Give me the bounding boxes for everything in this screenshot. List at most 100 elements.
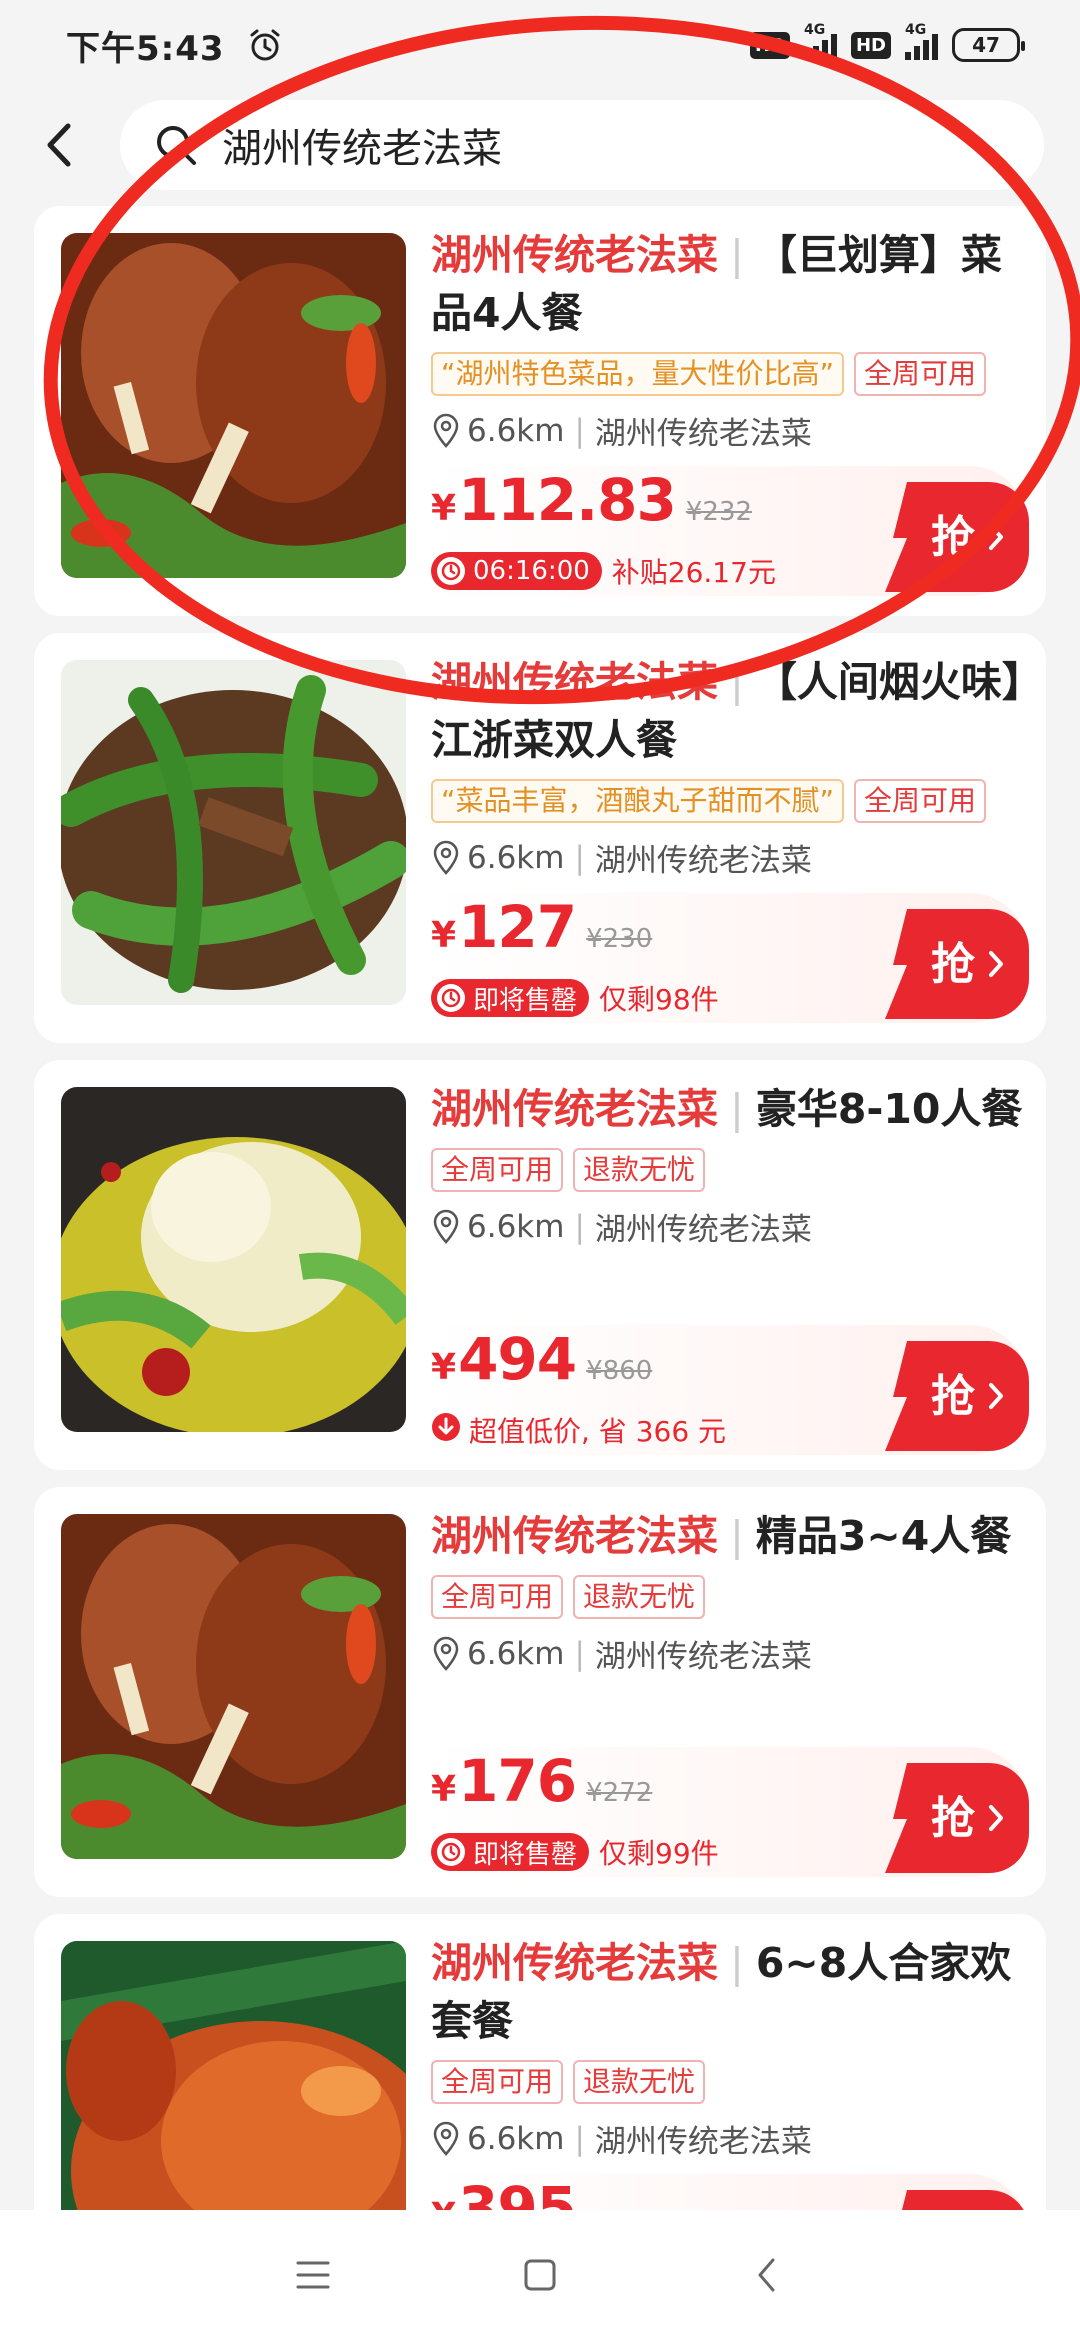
distance: 6.6km <box>467 1635 565 1672</box>
currency-symbol: ¥ <box>431 488 457 529</box>
promo-text: 仅剩99件 <box>599 1837 719 1870</box>
currency-symbol: ¥ <box>431 915 457 956</box>
dish-name: 精品3~4人餐 <box>755 1512 1012 1560</box>
location-name: 湖州传统老法菜 <box>594 1639 812 1675</box>
deal-info: 湖州传统老法菜 | 精品3~4人餐全周可用 退款无忧 6.6km | 湖州传统老法菜 <box>431 1507 1031 1676</box>
deal-title[interactable]: 湖州传统老法菜 | 【人间烟火味】江浙菜双人餐 <box>431 653 1031 769</box>
location-pin-icon <box>433 1209 459 1244</box>
food-photo[interactable] <box>61 233 406 578</box>
original-price: ¥272 <box>586 1778 653 1808</box>
deal-title[interactable]: 湖州传统老法菜 | 6~8人合家欢套餐 <box>431 1934 1031 2050</box>
price-area: ¥127 ¥230 即将售罄 仅剩98件 抢 <box>431 893 1029 1023</box>
location-separator: | <box>574 2120 585 2157</box>
grab-deal-button[interactable]: 抢 <box>879 478 1029 596</box>
promo-pill-label: 即将售罄 <box>473 985 578 1016</box>
deal-card[interactable]: 湖州传统老法菜 | 豪华8-10人餐 全周可用 退款无忧 6.6km | 湖州传统老法菜 ¥49… <box>34 1060 1046 1470</box>
title-separator: | <box>730 231 744 279</box>
title-separator: | <box>730 1512 744 1560</box>
deal-title[interactable]: 湖州传统老法菜 | 豪华8-10人餐 <box>431 1080 1031 1138</box>
signal-icon-2: 4G <box>905 22 938 60</box>
title-separator: | <box>730 1085 744 1133</box>
clock-icon <box>437 1838 465 1866</box>
deal-tag: “湖州特色菜品，量大性价比高” <box>431 352 845 396</box>
location-name: 湖州传统老法菜 <box>594 843 812 879</box>
status-time: 下午5:43 <box>66 28 225 69</box>
location-pin-icon <box>433 2121 459 2156</box>
currency-symbol: ¥ <box>431 1769 457 1810</box>
nav-back-button[interactable] <box>737 2245 797 2305</box>
food-photo[interactable] <box>61 1087 406 1432</box>
search-header: 湖州传统老法菜 <box>0 90 1080 200</box>
deal-title[interactable]: 湖州传统老法菜 | 【巨划算】菜品4人餐 <box>431 226 1031 342</box>
original-price: ¥230 <box>586 924 653 954</box>
location-name: 湖州传统老法菜 <box>594 1212 812 1248</box>
tag-row: 全周可用 退款无忧 <box>431 1575 1031 1619</box>
deal-price: 176 <box>458 1747 577 1815</box>
grab-button-label: 抢 <box>931 1371 976 1422</box>
deal-price: 112.83 <box>458 466 677 534</box>
dish-name: 豪华8-10人餐 <box>755 1085 1023 1133</box>
menu-icon <box>296 2261 330 2289</box>
promo-pill-label: 06:16:00 <box>473 556 590 586</box>
location-row: 6.6km | 湖州传统老法菜 <box>431 835 1031 880</box>
deal-info: 湖州传统老法菜 | 6~8人合家欢套餐全周可用 退款无忧 6.6km | 湖州传统老法菜 <box>431 1934 1031 2161</box>
grab-deal-button[interactable]: 抢 <box>879 905 1029 1023</box>
deal-title[interactable]: 湖州传统老法菜 | 精品3~4人餐 <box>431 1507 1031 1565</box>
promo-row: 超值低价, 省 366 元 <box>431 1410 726 1450</box>
location-separator: | <box>574 839 585 876</box>
shop-name: 湖州传统老法菜 <box>431 231 718 279</box>
app-root: 下午5:43 HD 4G HD 4G 47 湖州传统老法菜 湖州传统老法菜 | … <box>0 0 1080 2340</box>
network-type-label: 4G <box>803 22 826 38</box>
original-price: ¥232 <box>685 497 753 527</box>
food-photo[interactable] <box>61 660 406 1005</box>
grab-deal-button[interactable]: 抢 <box>879 1759 1029 1877</box>
location-row: 6.6km | 湖州传统老法菜 <box>431 2116 1031 2161</box>
grab-button-label: 抢 <box>931 939 976 990</box>
title-separator: | <box>730 658 744 706</box>
location-name: 湖州传统老法菜 <box>594 416 812 452</box>
deal-info: 湖州传统老法菜 | 【巨划算】菜品4人餐 “湖州特色菜品，量大性价比高” 全周可用 6.6… <box>431 226 1031 453</box>
price-area: ¥176 ¥272 即将售罄 仅剩99件 抢 <box>431 1747 1029 1877</box>
clock-icon <box>437 984 465 1012</box>
title-separator: | <box>730 1939 744 1987</box>
deal-tag: 退款无忧 <box>573 2060 706 2104</box>
deal-tag: 全周可用 <box>431 2060 564 2104</box>
price-row: ¥127 ¥230 <box>431 893 652 961</box>
location-pin-icon <box>433 1636 459 1671</box>
shop-name: 湖州传统老法菜 <box>431 1939 718 1987</box>
original-price: ¥860 <box>586 1356 653 1386</box>
battery-icon: 47 <box>952 28 1025 62</box>
location-row: 6.6km | 湖州传统老法菜 <box>431 408 1031 453</box>
grab-deal-button[interactable]: 抢 <box>879 1337 1029 1455</box>
alarm-clock-icon <box>250 29 280 61</box>
system-nav-bar <box>0 2210 1080 2340</box>
tag-row: “菜品丰富，酒酿丸子甜而不腻” 全周可用 <box>431 779 1031 823</box>
deal-card[interactable]: 湖州传统老法菜 | 【巨划算】菜品4人餐 “湖州特色菜品，量大性价比高” 全周可用 6.6… <box>34 206 1046 616</box>
network-type-label-2: 4G <box>905 22 927 38</box>
tag-row: “湖州特色菜品，量大性价比高” 全周可用 <box>431 352 1031 396</box>
hd-badge-2: HD <box>850 31 891 59</box>
nav-home-button[interactable] <box>510 2245 570 2305</box>
location-row: 6.6km | 湖州传统老法菜 <box>431 1204 1031 1249</box>
location-name: 湖州传统老法菜 <box>594 2124 812 2160</box>
home-icon <box>524 2259 556 2291</box>
search-input[interactable]: 湖州传统老法菜 <box>120 100 1044 190</box>
back-button[interactable] <box>0 90 120 200</box>
nav-menu-button[interactable] <box>283 2245 343 2305</box>
location-separator: | <box>574 1208 585 1245</box>
deal-info: 湖州传统老法菜 | 豪华8-10人餐 全周可用 退款无忧 6.6km | 湖州传统老法菜 <box>431 1080 1031 1249</box>
grab-button-label: 抢 <box>931 512 976 563</box>
food-photo[interactable] <box>61 1514 406 1859</box>
shop-name: 湖州传统老法菜 <box>431 658 718 706</box>
deal-card[interactable]: 湖州传统老法菜 | 【人间烟火味】江浙菜双人餐 “菜品丰富，酒酿丸子甜而不腻” 全周可用… <box>34 633 1046 1043</box>
deal-card[interactable]: 湖州传统老法菜 | 精品3~4人餐全周可用 退款无忧 6.6km | 湖州传统老法菜 ¥176… <box>34 1487 1046 1897</box>
search-icon <box>157 126 196 165</box>
signal-icon: 4G <box>803 22 837 60</box>
promo-pill: 即将售罄 <box>431 979 590 1017</box>
search-query: 湖州传统老法菜 <box>222 126 502 172</box>
distance: 6.6km <box>467 839 565 876</box>
deal-price: 494 <box>458 1325 577 1393</box>
deal-tag: “菜品丰富，酒酿丸子甜而不腻” <box>431 779 845 823</box>
distance: 6.6km <box>467 1208 565 1245</box>
promo-text: 仅剩98件 <box>599 983 719 1016</box>
